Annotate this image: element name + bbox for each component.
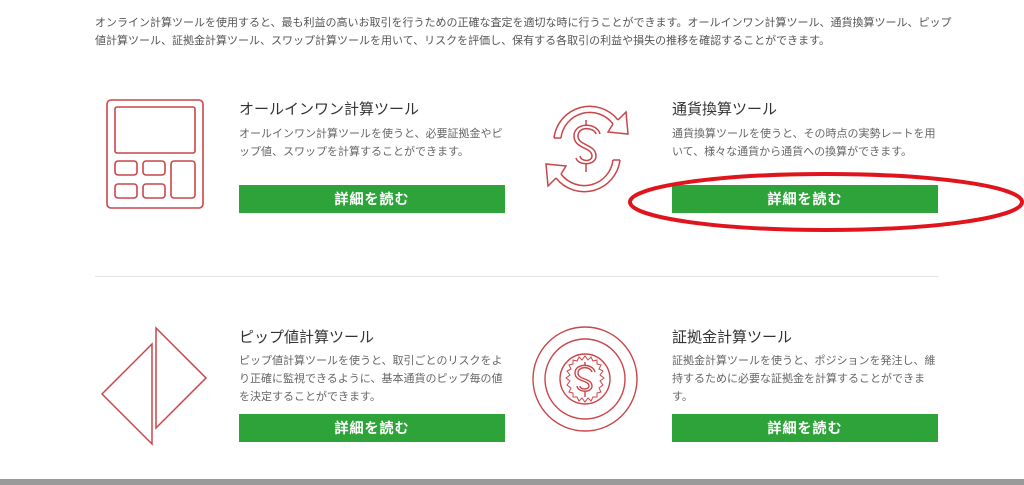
intro-text: オンライン計算ツールを使用すると、最も利益の高いお取引を行うための正確な査定を適… xyxy=(95,16,952,47)
read-more-button[interactable]: 詳細を読む xyxy=(239,414,505,442)
tool-title: 通貨換算ツール xyxy=(672,100,778,118)
section-divider xyxy=(95,276,938,277)
tool-description: ピップ値計算ツールを使うと、取引ごとのリスクをより正確に監視できるように、基本通… xyxy=(239,354,503,403)
calculator-icon xyxy=(105,98,205,210)
tool-description: 証拠金計算ツールを使うと、ポジションを発注し、維持するために必要な証拠金を計算す… xyxy=(672,354,936,403)
tool-description: オールインワン計算ツールを使うと、必要証拠金やピップ値、スワップを計算することが… xyxy=(239,127,503,158)
tool-description: 通貨換算ツールを使うと、その時点の実勢レートを用いて、様々な通貨から通貨への換算… xyxy=(672,127,936,158)
tool-title: 証拠金計算ツール xyxy=(672,328,793,346)
tool-title: オールインワン計算ツール xyxy=(239,100,420,118)
highlight-ellipse xyxy=(626,170,1024,234)
read-more-button[interactable]: 詳細を読む xyxy=(239,185,505,213)
pip-arrows-icon xyxy=(100,326,210,446)
currency-exchange-icon xyxy=(534,94,640,204)
read-more-button[interactable]: 詳細を読む xyxy=(672,414,938,442)
tool-title: ピップ値計算ツール xyxy=(239,328,375,346)
window-bottom-edge xyxy=(0,479,1024,485)
dollar-coin-icon xyxy=(530,320,640,438)
